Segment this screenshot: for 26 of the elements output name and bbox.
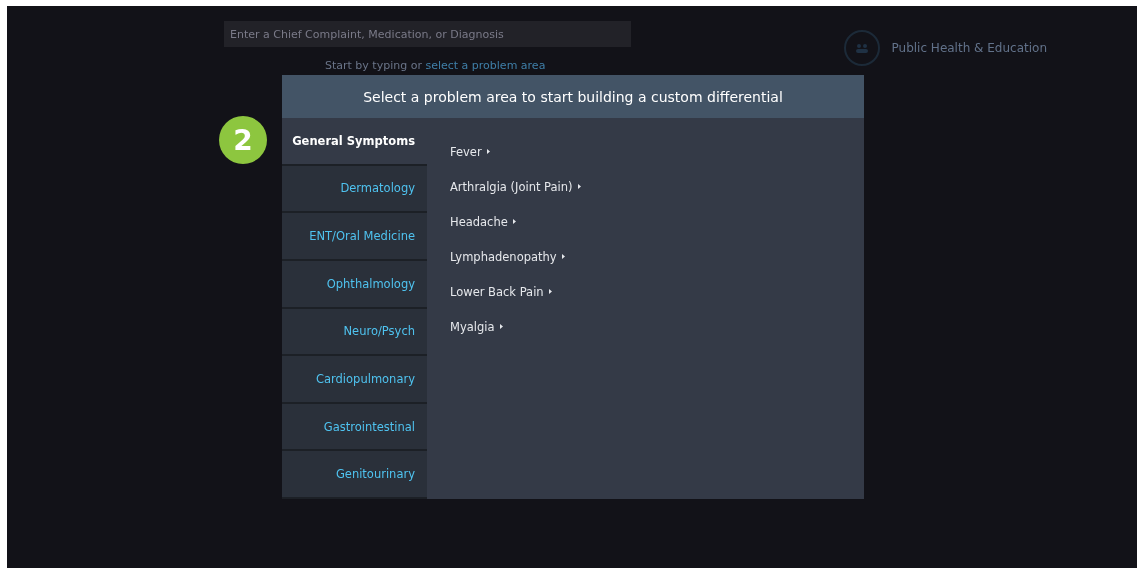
caret-icon — [548, 289, 552, 294]
category-tab[interactable]: Gastrointestinal — [282, 403, 427, 452]
caret-icon — [512, 219, 516, 224]
caret-icon — [561, 254, 565, 259]
category-tab[interactable]: ENT/Oral Medicine — [282, 213, 427, 261]
category-tab[interactable]: Ophthalmology — [282, 260, 427, 309]
problem-item[interactable]: Fever — [450, 142, 864, 161]
public-health-link[interactable]: Public Health & Education — [891, 41, 1047, 55]
category-tab[interactable]: Cardiopulmonary — [282, 356, 427, 404]
category-tab[interactable]: Genitourinary — [282, 451, 427, 499]
category-tab[interactable]: General Symptoms — [282, 118, 427, 166]
hint-text: Start by typing or — [325, 59, 423, 72]
search-field[interactable]: Enter a Chief Complaint, Medication, or Diagnosis — [224, 21, 631, 47]
caret-icon — [499, 324, 503, 329]
problem-item[interactable]: Myalgia — [450, 317, 864, 336]
problem-item[interactable]: Headache — [450, 212, 864, 231]
dialog-title: Select a problem area to start building a custom differential — [282, 75, 864, 118]
caret-icon — [577, 184, 581, 189]
step-badge: 2 — [219, 116, 267, 164]
problem-item[interactable]: Lower Back Pain — [450, 282, 864, 301]
caret-icon — [486, 149, 490, 154]
category-tab[interactable]: Dermatology — [282, 165, 427, 214]
category-tab[interactable]: Neuro/Psych — [282, 308, 427, 357]
problem-item[interactable]: Arthralgia (Joint Pain) — [450, 177, 864, 196]
problem-item[interactable]: Lymphadenopathy — [450, 247, 864, 266]
problem-area-link[interactable]: select a problem area — [425, 59, 546, 72]
